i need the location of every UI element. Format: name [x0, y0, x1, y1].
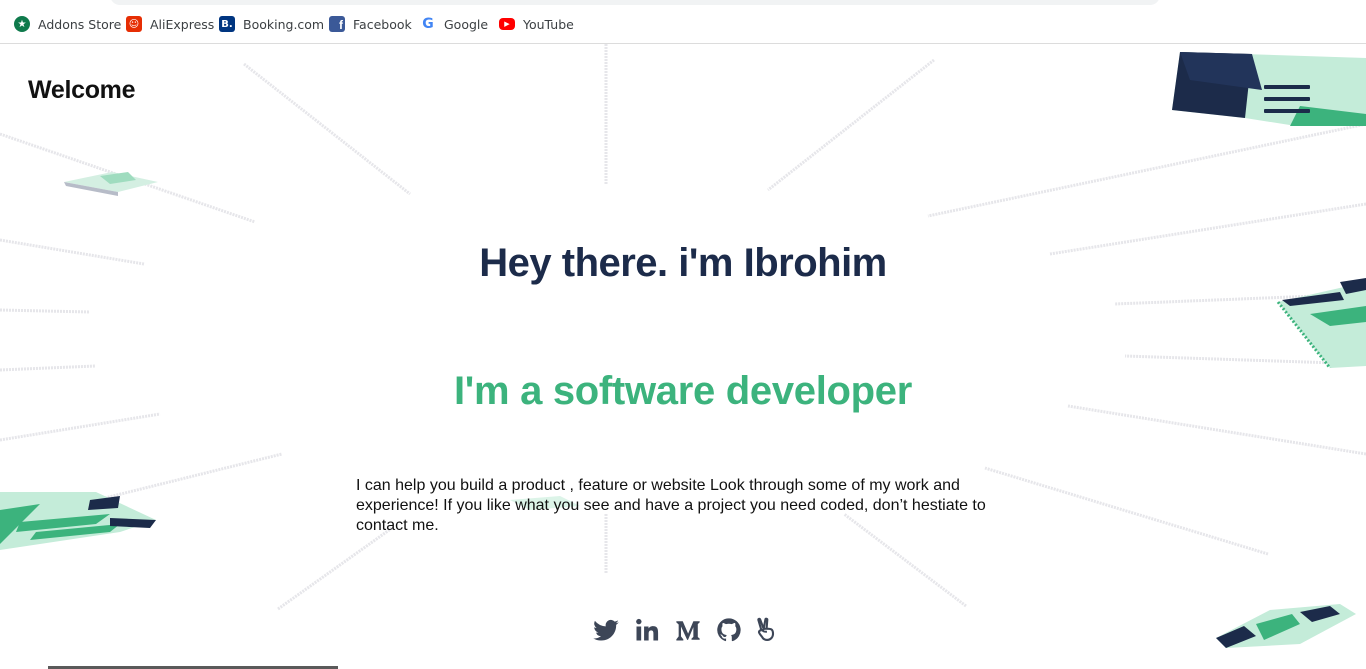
address-bar-edge[interactable] [110, 0, 1160, 5]
decor-box-bottom-right [1216, 604, 1356, 648]
bookmark-label: YouTube [523, 16, 574, 32]
welcome-logo[interactable]: Welcome [28, 76, 136, 105]
decor-box-top-left [64, 172, 158, 196]
bookmark-booking[interactable]: B. Booking.com [219, 14, 324, 34]
portfolio-page: Welcome Hey there. i'm Ibrohim I'm a sof… [0, 44, 1366, 669]
background-decoration [0, 44, 1366, 648]
aliexpress-icon: ☺ [126, 16, 142, 32]
bookmark-label: Google [444, 16, 489, 32]
bookmark-aliexpress[interactable]: ☺ AliExpress [126, 14, 214, 34]
bookmark-label: Facebook [353, 16, 412, 32]
bookmark-label: Booking.com [243, 16, 325, 32]
booking-icon: B. [219, 16, 235, 32]
bookmark-google[interactable]: G Google [420, 14, 488, 34]
facebook-icon: f [329, 16, 345, 32]
hamburger-menu-icon[interactable] [1264, 85, 1312, 117]
angellist-icon[interactable] [752, 616, 780, 644]
bookmark-youtube[interactable]: ▶ YouTube [499, 14, 574, 34]
bookmark-label: Addons Store [38, 16, 122, 32]
bookmark-facebook[interactable]: f Facebook [329, 14, 412, 34]
bookmark-label: AliExpress [150, 16, 215, 32]
bookmarks-bar: ★ Addons Store ☺ AliExpress B. Booking.c… [0, 0, 1366, 44]
linkedin-icon[interactable] [633, 616, 661, 644]
addons-store-icon: ★ [14, 16, 30, 32]
bookmark-addons-store[interactable]: ★ Addons Store [14, 14, 121, 34]
decor-box-left [0, 492, 156, 550]
hero-intro: I can help you build a product , feature… [356, 477, 986, 534]
github-icon[interactable] [715, 616, 743, 644]
medium-icon[interactable] [674, 616, 702, 644]
decor-box-right [1276, 278, 1366, 369]
hero-subtitle: I'm a software developer [453, 369, 913, 413]
youtube-icon: ▶ [499, 18, 515, 30]
google-icon: G [422, 16, 434, 32]
hero-title: Hey there. i'm Ibrohim [479, 241, 887, 285]
twitter-icon[interactable] [592, 616, 620, 644]
